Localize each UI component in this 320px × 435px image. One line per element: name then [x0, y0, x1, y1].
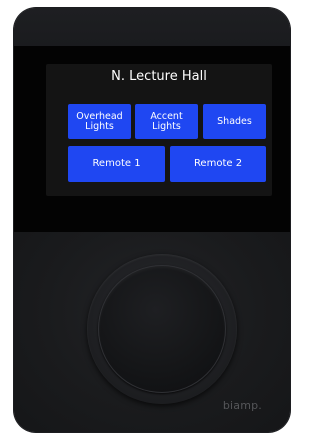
- top-bezel: [14, 8, 290, 46]
- shades-button[interactable]: Shades: [203, 104, 266, 139]
- brand-logo: biamp.: [222, 399, 262, 412]
- room-title: N. Lecture Hall: [111, 69, 207, 84]
- rotary-knob-ring[interactable]: [87, 254, 237, 404]
- rotary-knob[interactable]: [98, 265, 226, 393]
- remote-1-button[interactable]: Remote 1: [68, 146, 165, 182]
- accent-lights-button[interactable]: Accent Lights: [135, 104, 198, 139]
- touch-screen: N. Lecture Hall Overhead Lights Accent L…: [46, 64, 272, 196]
- remote-2-button[interactable]: Remote 2: [170, 146, 266, 182]
- overhead-lights-button[interactable]: Overhead Lights: [68, 104, 131, 139]
